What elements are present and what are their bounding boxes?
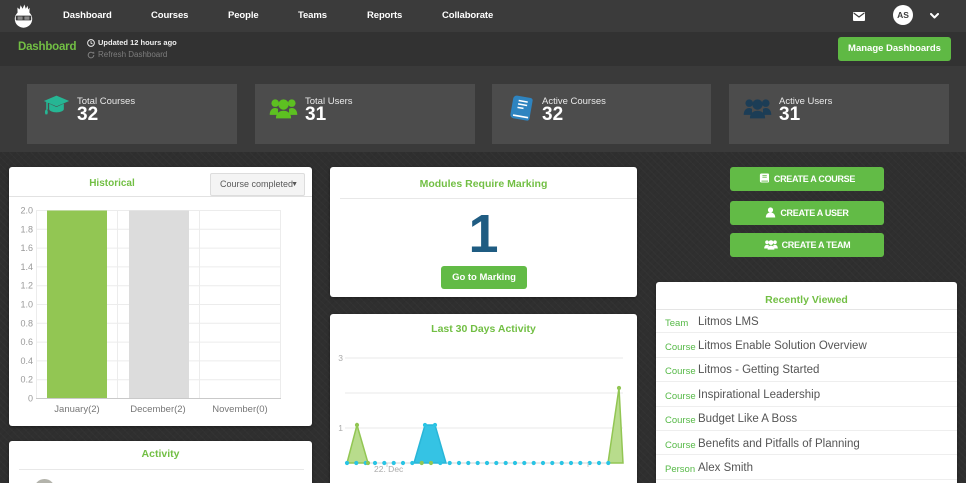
svg-text:0.4: 0.4 (20, 356, 33, 366)
svg-text:1.4: 1.4 (20, 262, 33, 272)
svg-text:1.6: 1.6 (20, 243, 33, 253)
svg-text:1: 1 (338, 423, 343, 433)
svg-text:1.8: 1.8 (20, 224, 33, 234)
svg-text:November(0): November(0) (212, 404, 267, 415)
svg-text:0: 0 (28, 394, 33, 404)
svg-text:January(2): January(2) (54, 404, 99, 415)
svg-text:0.6: 0.6 (20, 337, 33, 347)
svg-text:December(2): December(2) (130, 404, 185, 415)
svg-text:22. Dec: 22. Dec (374, 464, 404, 474)
svg-text:1.2: 1.2 (20, 281, 33, 291)
svg-text:1.0: 1.0 (20, 300, 33, 310)
svg-text:0.2: 0.2 (20, 375, 33, 385)
svg-text:3: 3 (338, 353, 343, 363)
svg-text:0.8: 0.8 (20, 318, 33, 328)
svg-text:2.0: 2.0 (20, 206, 33, 216)
